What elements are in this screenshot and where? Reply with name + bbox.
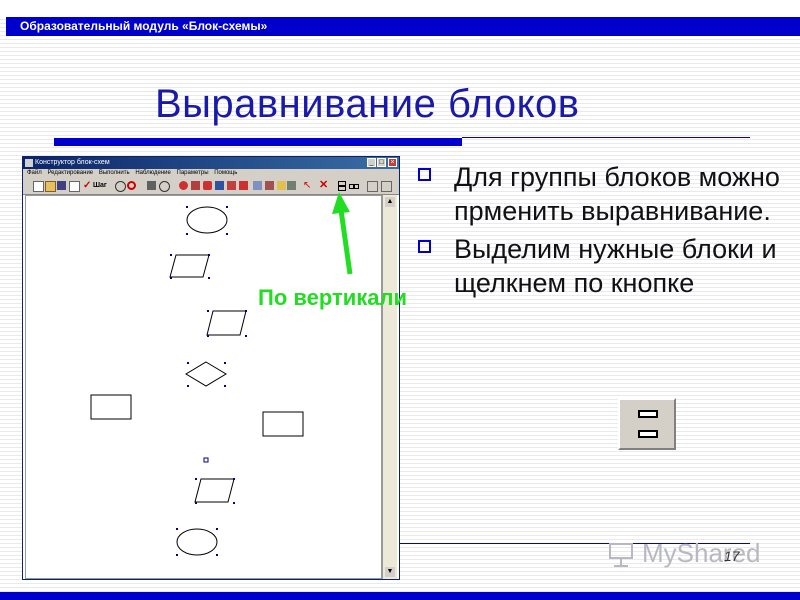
app-toolbar: ✓ Шаг ↖ ✕ [23,178,399,195]
shape-tool-1-icon[interactable] [179,181,188,190]
settings-icon[interactable] [367,181,378,192]
move-tool-icon[interactable] [239,181,248,190]
bottom-bar [0,592,800,600]
top-band [0,0,800,16]
header-bar: Образовательный модуль «Блок-схемы» [6,17,800,36]
align-horizontal-icon[interactable] [349,181,359,190]
bullet-text-2: Выделим нужные блоки и щелкнем по кнопке [454,234,777,298]
menu-help[interactable]: Помощь [214,170,237,176]
minimize-button[interactable]: _ [367,158,376,167]
scroll-up-icon[interactable]: ▲ [385,197,395,207]
watermark-icon [609,543,633,567]
app-titlebar: Конструктор блок-схем _ □ × [23,157,399,169]
slide-title: Выравнивание блоков [155,82,580,126]
scroll-down-icon[interactable]: ▼ [385,567,395,577]
menu-params[interactable]: Параметры [177,170,209,176]
io-block-2 [206,310,247,336]
bullet-square-icon [418,240,431,253]
connector-point [203,457,209,463]
end-oval [176,528,218,556]
pointer-icon[interactable]: ↖ [303,181,312,191]
new-file-icon[interactable] [33,181,44,192]
io-block-1 [169,254,210,278]
window-icon[interactable] [381,181,392,192]
delete-icon[interactable]: ✕ [319,180,328,191]
title-underline-thin [462,137,750,138]
process-block-right [262,411,304,437]
app-window: Конструктор блок-схем _ □ × Файл Редакти… [22,156,400,580]
app-icon [25,159,33,167]
close-button[interactable]: × [388,158,397,167]
maximize-button[interactable]: □ [377,158,386,167]
preview-icon[interactable] [159,181,170,192]
page-icon[interactable] [69,181,80,192]
vertical-scrollbar[interactable]: ▲ ▼ [382,195,397,579]
save-icon[interactable] [57,181,66,190]
menu-watch[interactable]: Наблюдение [135,170,171,176]
menu-run[interactable]: Выполнить [99,170,130,176]
vertical-annotation: По вертикали [258,285,408,310]
menu-edit[interactable]: Редактирование [47,170,93,176]
check-icon[interactable]: ✓ [83,181,92,191]
process-block-left [90,394,132,420]
app-menubar: Файл Редактирование Выполнить Наблюдение… [23,169,399,178]
page-number: 17 [724,548,740,564]
shape-tool-8-icon[interactable] [277,181,286,190]
flowchart-drawing [90,206,304,556]
bullet-item-1: Для группы блоков можно прменить выравни… [418,160,788,228]
align-vertical-button[interactable] [618,398,676,450]
print-icon[interactable] [147,181,156,190]
bullet-text-1: Для группы блоков можно прменить выравни… [454,162,780,226]
stop-icon[interactable] [127,181,136,190]
bullet-list: Для группы блоков можно прменить выравни… [418,160,788,304]
watermark-text: MyShared [642,538,761,568]
align-vertical-icon[interactable] [337,181,346,191]
io-block-3 [194,478,235,503]
align-bottom-rect [638,430,658,438]
app-title: Конструктор блок-схем [35,159,110,166]
shape-tool-2-icon[interactable] [191,181,200,190]
shape-tool-3-icon[interactable] [203,181,212,190]
clock-icon[interactable] [115,181,126,192]
shape-tool-4-icon[interactable] [215,181,224,190]
shape-tool-6-icon[interactable] [253,181,262,190]
shape-tool-7-icon[interactable] [265,181,274,190]
flowchart-canvas[interactable] [25,195,382,579]
bullet-square-icon [418,168,431,181]
open-folder-icon[interactable] [45,181,56,192]
bullet-item-2: Выделим нужные блоки и щелкнем по кнопке [418,232,788,300]
decision-diamond [185,361,227,387]
align-top-rect [638,410,658,418]
menu-file[interactable]: Файл [27,170,42,176]
step-button[interactable]: Шаг [93,181,107,191]
start-oval [186,206,228,234]
shape-tool-5-icon[interactable] [227,181,236,190]
hand-tool-icon[interactable] [287,181,296,190]
title-underline-thick [54,138,462,146]
start-oval-handles [186,206,228,235]
